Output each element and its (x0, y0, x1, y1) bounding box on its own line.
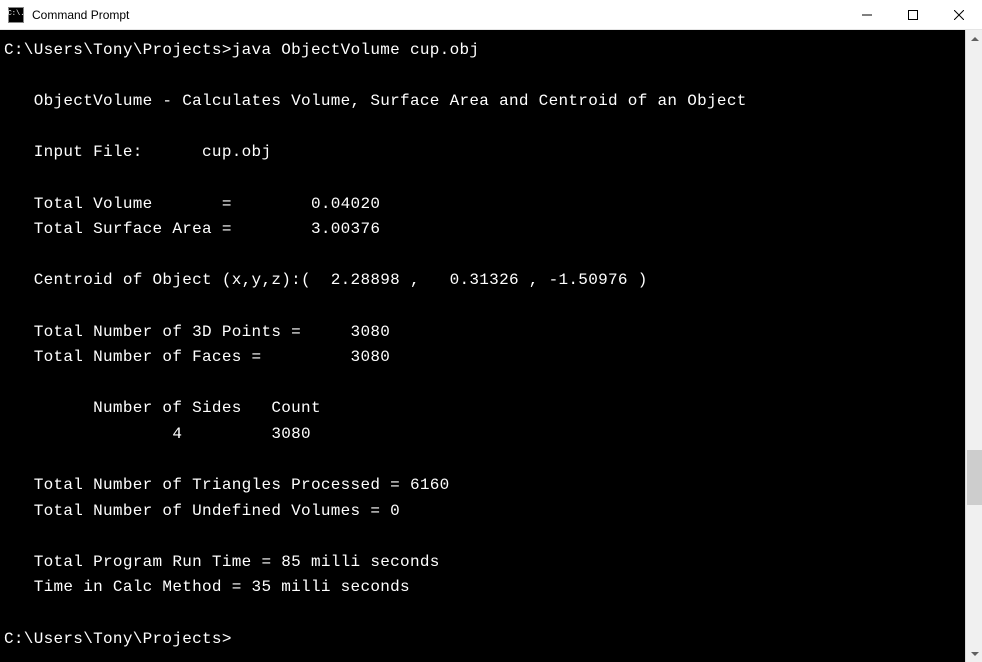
app-icon-text: C:\. (8, 11, 25, 18)
minimize-button[interactable] (844, 0, 890, 29)
output-line: Total Number of Undefined Volumes = 0 (4, 502, 400, 520)
chevron-down-icon (971, 652, 979, 656)
minimize-icon (862, 10, 872, 20)
output-line: Total Volume = 0.04020 (4, 195, 380, 213)
prompt-line: C:\Users\Tony\Projects>java ObjectVolume… (4, 41, 479, 59)
scroll-up-arrow[interactable] (966, 30, 982, 47)
output-line: Time in Calc Method = 35 milli seconds (4, 578, 410, 596)
maximize-icon (908, 10, 918, 20)
output-line: Total Number of Triangles Processed = 61… (4, 476, 450, 494)
console-output[interactable]: C:\Users\Tony\Projects>java ObjectVolume… (0, 30, 965, 662)
console-area: C:\Users\Tony\Projects>java ObjectVolume… (0, 30, 982, 662)
window-frame: C:\. Command Prompt C:\Users\Tony\Projec… (0, 0, 982, 662)
output-line: Input File: cup.obj (4, 143, 271, 161)
output-line: Total Surface Area = 3.00376 (4, 220, 380, 238)
prompt-path: C:\Users\Tony\Projects> (4, 41, 232, 59)
scroll-down-arrow[interactable] (966, 645, 982, 662)
output-line: Total Program Run Time = 85 milli second… (4, 553, 440, 571)
output-line: 4 3080 (4, 425, 311, 443)
app-icon: C:\. (8, 7, 24, 23)
output-line: Total Number of 3D Points = 3080 (4, 323, 390, 341)
prompt-path: C:\Users\Tony\Projects> (4, 630, 232, 648)
chevron-up-icon (971, 37, 979, 41)
close-button[interactable] (936, 0, 982, 29)
scroll-thumb[interactable] (967, 450, 982, 505)
window-controls (844, 0, 982, 29)
output-line: Centroid of Object (x,y,z):( 2.28898 , 0… (4, 271, 648, 289)
vertical-scrollbar[interactable] (965, 30, 982, 662)
output-line: Number of Sides Count (4, 399, 321, 417)
maximize-button[interactable] (890, 0, 936, 29)
titlebar[interactable]: C:\. Command Prompt (0, 0, 982, 30)
output-line: ObjectVolume - Calculates Volume, Surfac… (4, 92, 747, 110)
close-icon (954, 10, 964, 20)
command-text: java ObjectVolume cup.obj (232, 41, 480, 59)
window-title: Command Prompt (32, 8, 844, 22)
output-line: Total Number of Faces = 3080 (4, 348, 390, 366)
